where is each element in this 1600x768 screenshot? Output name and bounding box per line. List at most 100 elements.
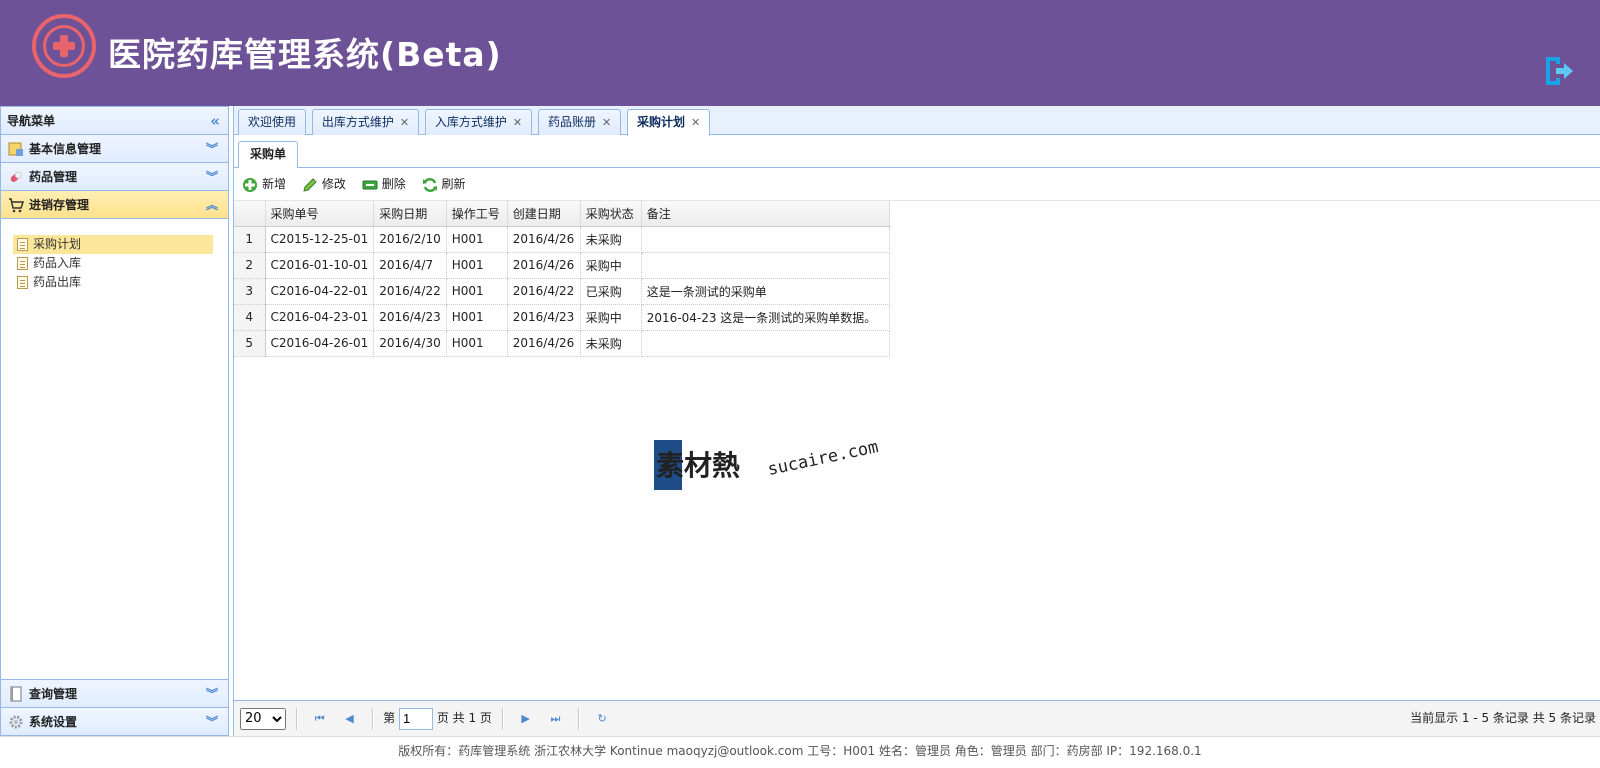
table-row[interactable]: 2 C2016-01-10-01 2016/4/7 H001 2016/4/26…	[234, 252, 890, 279]
hospital-cross-logo-icon	[32, 14, 96, 78]
cell-status: 采购中	[580, 304, 642, 331]
cell-operator: H001	[446, 304, 508, 331]
sidebar: 导航菜单 « 基本信息管理 ︾ 药品管理 ︾ 进销存管理 ︽ 采购计划 药品入库…	[0, 106, 229, 736]
tab-welcome[interactable]: 欢迎使用	[238, 109, 307, 135]
document-icon	[17, 276, 28, 289]
column-header[interactable]: 创建日期	[507, 201, 581, 227]
add-icon	[243, 178, 257, 192]
cell-note: 这是一条测试的采购单	[641, 278, 890, 305]
row-number-header	[234, 201, 266, 227]
tab-label: 出库方式维护	[321, 115, 394, 129]
tree-item-drug-outbound[interactable]: 药品出库	[13, 273, 213, 292]
add-label: 新增	[262, 177, 287, 191]
cell-status: 未采购	[580, 226, 642, 253]
accordion-system-settings[interactable]: 系统设置 ︾	[1, 707, 228, 735]
chevron-down-icon[interactable]: ︾	[206, 163, 218, 191]
close-icon[interactable]: ✕	[691, 116, 700, 129]
cell-created-date: 2016/4/26	[507, 226, 581, 253]
close-icon[interactable]: ✕	[602, 116, 611, 129]
table-row[interactable]: 4 C2016-04-23-01 2016/4/23 H001 2016/4/2…	[234, 304, 890, 331]
accordion-query-management[interactable]: 查询管理 ︾	[1, 679, 228, 707]
column-header[interactable]: 采购单号	[265, 201, 375, 227]
cell-created-date: 2016/4/26	[507, 252, 581, 279]
info-card-icon	[8, 142, 23, 156]
delete-button[interactable]: 删除	[362, 168, 406, 201]
next-page-icon[interactable]: ▶	[516, 702, 536, 736]
cell-note	[641, 330, 890, 357]
tree-item-purchase-plan[interactable]: 采购计划	[13, 235, 213, 254]
cell-operator: H001	[446, 226, 508, 253]
page-size-select[interactable]: 20	[240, 707, 286, 730]
cell-status: 采购中	[580, 252, 642, 279]
last-page-icon[interactable]: ⏭	[545, 702, 565, 736]
accordion-basic-info[interactable]: 基本信息管理 ︾	[1, 135, 228, 163]
pagination-info: 当前显示 1 - 5 条记录 共 5 条记录	[1410, 711, 1596, 725]
table-row[interactable]: 1 C2015-12-25-01 2016/2/10 H001 2016/4/2…	[234, 226, 890, 253]
page-number-input[interactable]	[398, 707, 433, 730]
collapse-sidebar-icon[interactable]: «	[210, 107, 220, 135]
column-header[interactable]: 采购日期	[373, 201, 447, 227]
cell-order-id: C2016-04-22-01	[265, 278, 375, 305]
tab-purchase-order[interactable]: 采购单	[238, 141, 299, 168]
edit-label: 修改	[321, 177, 346, 191]
table-row[interactable]: 5 C2016-04-26-01 2016/4/30 H001 2016/4/2…	[234, 330, 890, 357]
cell-purchase-date: 2016/4/22	[373, 278, 447, 305]
cell-created-date: 2016/4/26	[507, 330, 581, 357]
cell-purchase-date: 2016/4/23	[373, 304, 447, 331]
chevron-down-icon[interactable]: ︾	[206, 135, 218, 163]
delete-label: 删除	[381, 177, 406, 191]
document-icon	[17, 238, 28, 251]
cell-operator: H001	[446, 252, 508, 279]
column-header[interactable]: 采购状态	[580, 201, 642, 227]
cell-order-id: C2016-01-10-01	[265, 252, 375, 279]
accordion-inventory[interactable]: 进销存管理 ︽	[1, 191, 228, 219]
cell-note	[641, 226, 890, 253]
tree-item-drug-inbound[interactable]: 药品入库	[13, 254, 213, 273]
cell-created-date: 2016/4/22	[507, 278, 581, 305]
tab-drug-ledger[interactable]: 药品账册 ✕	[537, 109, 622, 135]
chevron-down-icon[interactable]: ︾	[206, 708, 218, 736]
column-header[interactable]: 操作工号	[446, 201, 508, 227]
chevron-up-icon[interactable]: ︽	[206, 191, 218, 219]
add-button[interactable]: 新增	[242, 168, 286, 201]
edit-button[interactable]: 修改	[302, 168, 346, 201]
row-number: 5	[234, 330, 266, 357]
table-header-row: 采购单号 采购日期 操作工号 创建日期 采购状态 备注	[234, 201, 890, 227]
column-header[interactable]: 备注	[641, 201, 890, 227]
row-number: 1	[234, 226, 266, 253]
toolbar: 新增 修改 删除 刷新	[234, 168, 1600, 201]
cell-order-id: C2016-04-26-01	[265, 330, 375, 357]
close-icon[interactable]: ✕	[513, 116, 522, 129]
table-row[interactable]: 3 C2016-04-22-01 2016/4/22 H001 2016/4/2…	[234, 278, 890, 305]
logout-icon[interactable]	[1542, 54, 1576, 88]
tab-label: 入库方式维护	[434, 115, 507, 129]
tab-outbound-methods[interactable]: 出库方式维护 ✕	[311, 109, 420, 135]
divider	[578, 707, 580, 730]
chevron-down-icon[interactable]: ︾	[206, 680, 218, 708]
cell-order-id: C2015-12-25-01	[265, 226, 375, 253]
accordion-label: 药品管理	[29, 170, 78, 184]
nav-menu-header: 导航菜单 «	[1, 107, 228, 135]
remove-icon	[362, 180, 378, 190]
cell-operator: H001	[446, 278, 508, 305]
prev-page-icon[interactable]: ◀	[339, 702, 359, 736]
watermark-url: sucaire.com	[765, 437, 881, 480]
tab-inbound-methods[interactable]: 入库方式维护 ✕	[424, 109, 533, 135]
cell-created-date: 2016/4/23	[507, 304, 581, 331]
document-icon	[17, 257, 28, 270]
first-page-icon[interactable]: ⏮	[310, 702, 330, 736]
main-panel: 欢迎使用 出库方式维护 ✕ 入库方式维护 ✕ 药品账册 ✕ 采购计划 ✕ 采购单 新增 …	[233, 106, 1600, 736]
pencil-icon	[303, 178, 317, 192]
accordion-label: 基本信息管理	[29, 142, 102, 156]
refresh-button[interactable]: 刷新	[422, 168, 466, 201]
divider	[501, 707, 503, 730]
close-icon[interactable]: ✕	[400, 116, 409, 129]
tree-item-label: 药品出库	[33, 275, 82, 289]
tree-item-label: 采购计划	[33, 237, 82, 251]
tab-bar: 欢迎使用 出库方式维护 ✕ 入库方式维护 ✕ 药品账册 ✕ 采购计划 ✕	[234, 106, 1600, 136]
accordion-label: 进销存管理	[29, 198, 90, 212]
tab-purchase-plan[interactable]: 采购计划 ✕	[627, 109, 711, 136]
refresh-icon	[422, 177, 437, 193]
reload-icon[interactable]: ↻	[592, 702, 612, 736]
accordion-drug-management[interactable]: 药品管理 ︾	[1, 163, 228, 191]
